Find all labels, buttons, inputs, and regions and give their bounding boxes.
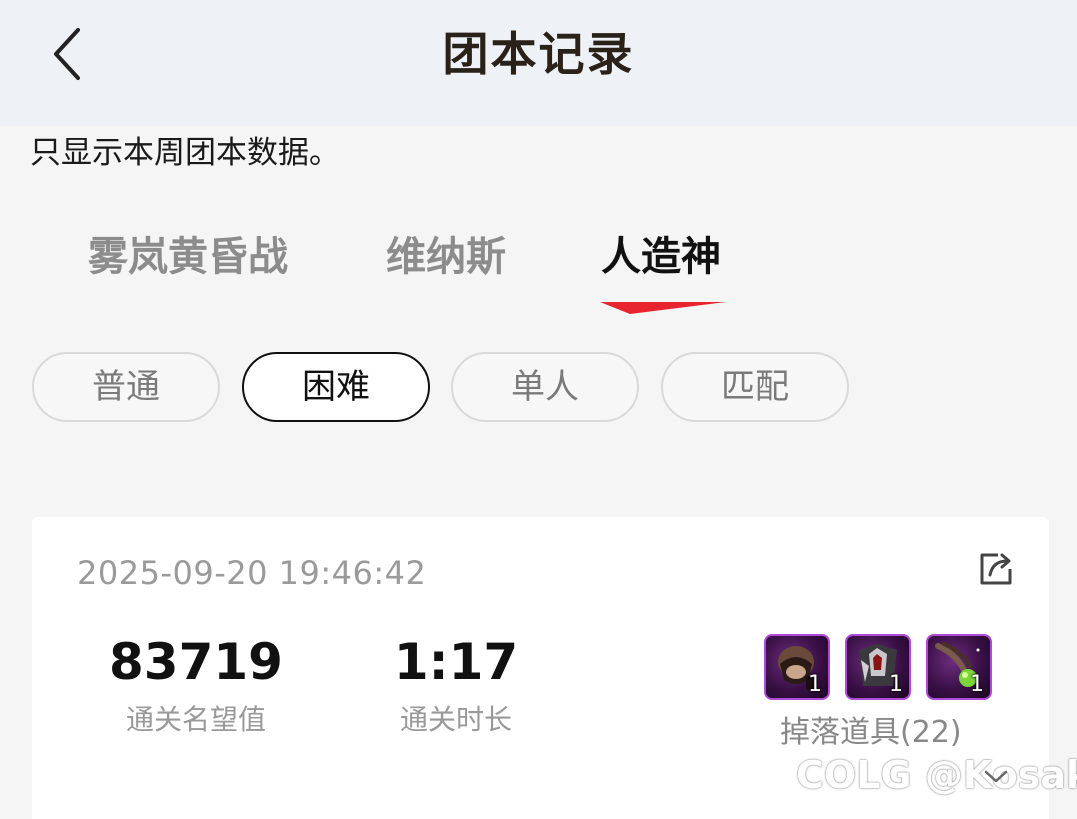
- drop-items: 1 1 1: [764, 634, 996, 700]
- drop-item-2[interactable]: 1: [845, 634, 911, 700]
- drop-item-3[interactable]: 1: [926, 634, 992, 700]
- fame-stat: 83719 通关名望值: [92, 632, 300, 740]
- tab-raid-3[interactable]: 人造神: [601, 222, 721, 292]
- top-bar: 团本记录: [0, 0, 1077, 126]
- difficulty-hard-chip[interactable]: 困难: [242, 352, 430, 422]
- drop-2-count: 1: [889, 672, 903, 697]
- watermark: COLG @Kosaki: [796, 753, 1077, 797]
- difficulty-normal-chip[interactable]: 普通: [32, 352, 220, 422]
- page-title: 团本记录: [442, 27, 635, 81]
- raid-record-page: 团本记录 只显示本周团本数据。 雾岚黄昏战 维纳斯 人造神 普通 困难 单人 匹…: [0, 0, 1077, 819]
- drop-1-count: 1: [808, 672, 822, 697]
- duration-stat: 1:17 通关时长: [362, 632, 550, 740]
- share-button[interactable]: [976, 549, 1016, 589]
- share-icon: [980, 553, 1012, 585]
- drops-label: 掉落道具(22): [780, 715, 962, 750]
- tab-raid-2[interactable]: 维纳斯: [386, 222, 506, 292]
- difficulty-solo-chip[interactable]: 单人: [451, 352, 639, 422]
- raid-tabs: 雾岚黄昏战 维纳斯 人造神: [0, 222, 1077, 322]
- duration-label: 通关时长: [399, 703, 512, 736]
- difficulty-match-chip[interactable]: 匹配: [661, 352, 849, 422]
- duration-value: 1:17: [393, 633, 519, 691]
- drop-3-count: 1: [970, 672, 984, 697]
- record-timestamp: 2025-09-20 19:46:42: [77, 554, 427, 592]
- active-tab-indicator: [600, 302, 726, 314]
- chevron-down-icon[interactable]: [984, 770, 1008, 784]
- fame-value: 83719: [109, 633, 283, 691]
- drop-item-1[interactable]: 1: [764, 634, 830, 700]
- fame-label: 通关名望值: [125, 703, 266, 736]
- week-only-notice: 只显示本周团本数据。: [30, 135, 340, 171]
- tab-raid-1[interactable]: 雾岚黄昏战: [88, 222, 288, 292]
